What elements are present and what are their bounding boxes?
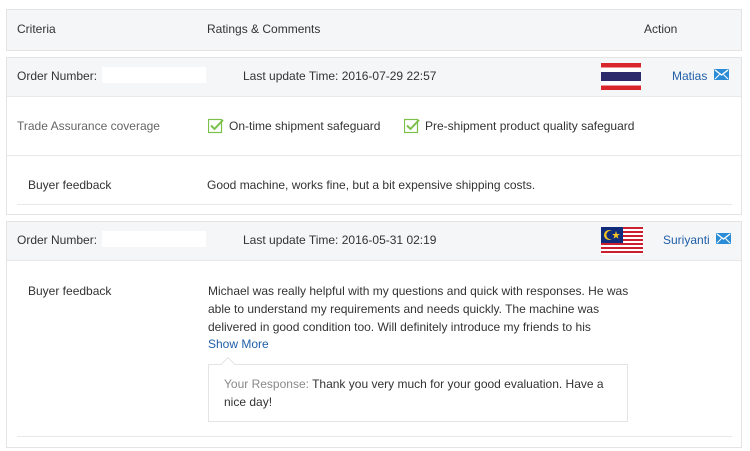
trade-assurance-row: Trade Assurance coverage On-time shipmen…: [7, 97, 741, 156]
last-update-time: Last update Time: 2016-05-31 02:19: [243, 233, 437, 247]
action-header: Action: [644, 22, 678, 36]
checkbox-checked-icon: [207, 118, 224, 134]
trade-assurance-label: Trade Assurance coverage: [17, 119, 160, 133]
buyer-feedback-text: Michael was really helpful with my quest…: [208, 284, 629, 334]
buyer-feedback-label: Buyer feedback: [28, 284, 112, 298]
malaysia-flag-icon: [601, 227, 643, 255]
criteria-header: Criteria: [17, 22, 56, 36]
response-caret: [220, 356, 236, 372]
seller-response: Your Response: Thank you very much for y…: [224, 375, 619, 411]
order-record: Order Number: Last update Time: 2016-07-…: [6, 57, 742, 215]
seller-response-box: Your Response: Thank you very much for y…: [208, 356, 628, 422]
buyer-name-link[interactable]: Matias: [672, 69, 707, 83]
ratings-comments-header: Ratings & Comments: [207, 22, 321, 36]
show-more-link[interactable]: Show More: [208, 337, 269, 351]
order-number-redacted: [102, 231, 206, 247]
pre-shipment-quality-safeguard: Pre-shipment product quality safeguard: [425, 119, 635, 133]
divider: [17, 204, 732, 205]
checkbox-checked-icon: [403, 118, 420, 134]
mail-icon[interactable]: [714, 69, 729, 80]
divider: [17, 436, 732, 437]
order-number-label: Order Number:: [17, 233, 98, 247]
order-header: Order Number: Last update Time: 2016-05-…: [7, 222, 741, 261]
buyer-feedback-row: Buyer feedback Michael was really helpfu…: [7, 261, 741, 447]
buyer-feedback-label: Buyer feedback: [28, 178, 112, 192]
buyer-feedback-row: Buyer feedback Good machine, works fine,…: [7, 156, 741, 214]
order-number-redacted: [102, 67, 206, 83]
buyer-feedback-text: Good machine, works fine, but a bit expe…: [207, 178, 536, 192]
buyer-name-link[interactable]: Suriyanti: [663, 233, 710, 247]
order-record: Order Number: Last update Time: 2016-05-…: [6, 221, 742, 448]
order-number-label: Order Number:: [17, 69, 98, 83]
order-header: Order Number: Last update Time: 2016-07-…: [7, 58, 741, 97]
your-response-label: Your Response:: [224, 377, 309, 391]
table-header: Criteria Ratings & Comments Action: [6, 9, 742, 51]
thailand-flag-icon: [601, 63, 641, 90]
on-time-shipment-safeguard: On-time shipment safeguard: [229, 119, 381, 133]
last-update-time: Last update Time: 2016-07-29 22:57: [243, 69, 437, 83]
mail-icon[interactable]: [716, 233, 731, 244]
